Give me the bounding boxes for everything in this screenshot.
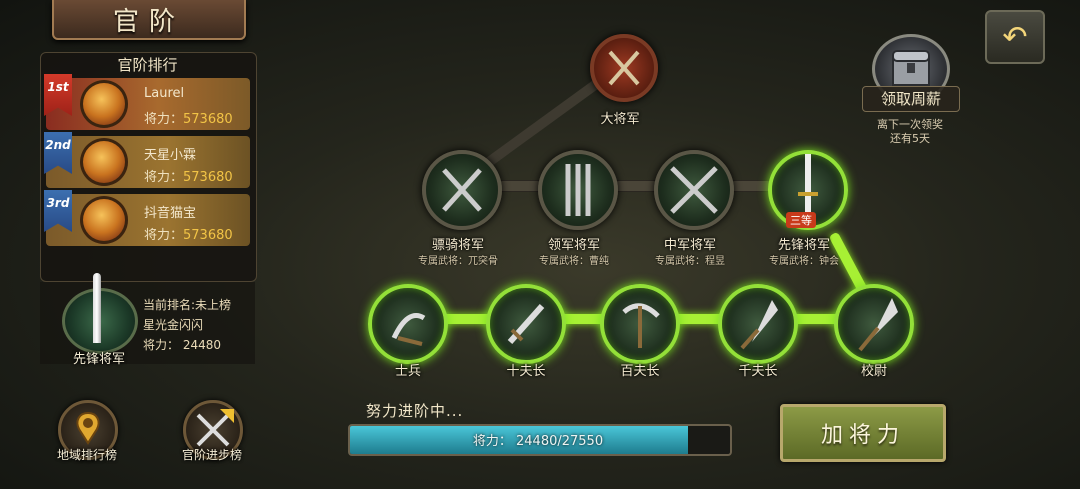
crossed-swords-icon bbox=[442, 168, 482, 212]
ranking-row-3[interactable]: 3rd 抖音猫宝 将力：573680 bbox=[44, 190, 250, 246]
my-power: 将力： 24480 bbox=[143, 338, 221, 352]
rank-ribbon: 2nd bbox=[44, 132, 72, 174]
region-rank-label: 地域排行榜 bbox=[56, 448, 117, 462]
sword-icon bbox=[93, 273, 101, 343]
node-sub: 专属武将：兀突骨 bbox=[418, 256, 498, 267]
rank-name: 天星小霖 bbox=[144, 148, 197, 163]
avatar bbox=[80, 138, 128, 186]
node-sub: 专属武将：程昱 bbox=[655, 256, 725, 267]
node-sub: 专属武将：钟会 bbox=[769, 256, 839, 267]
node-label: 士兵 bbox=[394, 364, 421, 379]
pickaxe-icon bbox=[622, 303, 660, 348]
back-arrow-icon: ↶ bbox=[1002, 19, 1028, 55]
crossed-axes-icon bbox=[608, 50, 640, 86]
node-soldier-4[interactable] bbox=[718, 284, 798, 364]
node-soldier-3[interactable] bbox=[600, 284, 680, 364]
ranking-title: 官阶排行 bbox=[117, 56, 178, 74]
node-label: 十夫长 bbox=[506, 364, 546, 379]
node-soldier-1[interactable] bbox=[368, 284, 448, 364]
weekly-salary-label: 领取周薪 bbox=[862, 86, 960, 112]
rank-name: Laurel bbox=[144, 86, 185, 101]
my-current-rank: 当前排名:未上榜 bbox=[143, 298, 232, 312]
node-soldier-5[interactable] bbox=[834, 284, 914, 364]
ranking-row-1[interactable]: 1st Laurel 将力：573680 bbox=[44, 74, 250, 130]
page-title: 官阶 bbox=[112, 6, 185, 37]
node-label: 先锋将军 bbox=[777, 238, 830, 253]
swords-icon bbox=[565, 164, 591, 216]
rank-ribbon: 1st bbox=[44, 74, 72, 116]
weekly-note: 离下一次领奖 还有5天 bbox=[877, 118, 943, 145]
node-label: 校尉 bbox=[860, 364, 887, 379]
node-grand-general[interactable] bbox=[590, 34, 658, 102]
node-sub: 专属武将：曹纯 bbox=[539, 256, 609, 267]
node-label: 中军将军 bbox=[663, 238, 716, 253]
rank-progress-label: 官阶进步榜 bbox=[181, 448, 242, 462]
avatar bbox=[80, 196, 128, 244]
progress-text: 将力： 24480/27550 bbox=[472, 434, 604, 449]
node-label: 大将军 bbox=[600, 112, 640, 127]
dagger-icon bbox=[507, 304, 545, 344]
rank-badge: 三等 bbox=[786, 212, 816, 228]
node-label: 领军将军 bbox=[547, 238, 600, 253]
glaive-icon bbox=[740, 300, 778, 350]
rank-name: 抖音猫宝 bbox=[144, 206, 197, 221]
rank-ribbon: 3rd bbox=[44, 190, 72, 232]
halberd-icon bbox=[858, 298, 898, 352]
title-banner: 官阶 bbox=[52, 0, 246, 40]
my-rank-title: 先锋将军 bbox=[72, 352, 125, 367]
node-soldier-2[interactable] bbox=[486, 284, 566, 364]
node-general-2[interactable] bbox=[538, 150, 618, 230]
crossed-swords-icon bbox=[670, 166, 718, 214]
my-name: 星光金闪闪 bbox=[143, 318, 204, 332]
node-label: 骠骑将军 bbox=[431, 238, 484, 253]
add-power-button[interactable]: 加将力 bbox=[780, 404, 946, 462]
my-rank-emblem bbox=[62, 273, 138, 354]
progress-label: 努力进阶中... bbox=[366, 402, 464, 420]
ranking-row-2[interactable]: 2nd 天星小霖 将力：573680 bbox=[44, 132, 250, 188]
avatar bbox=[80, 80, 128, 128]
node-label: 百夫长 bbox=[620, 364, 660, 379]
node-general-4[interactable]: 三等 bbox=[768, 148, 848, 230]
node-general-3[interactable] bbox=[654, 150, 734, 230]
node-general-1[interactable] bbox=[422, 150, 502, 230]
rank-power: 将力：573680 bbox=[144, 228, 233, 243]
sickle-icon bbox=[391, 313, 426, 346]
node-label: 千夫长 bbox=[738, 364, 778, 379]
rank-power: 将力：573680 bbox=[144, 170, 233, 185]
back-button[interactable]: ↶ bbox=[985, 10, 1045, 64]
rank-power: 将力：573680 bbox=[144, 112, 233, 127]
